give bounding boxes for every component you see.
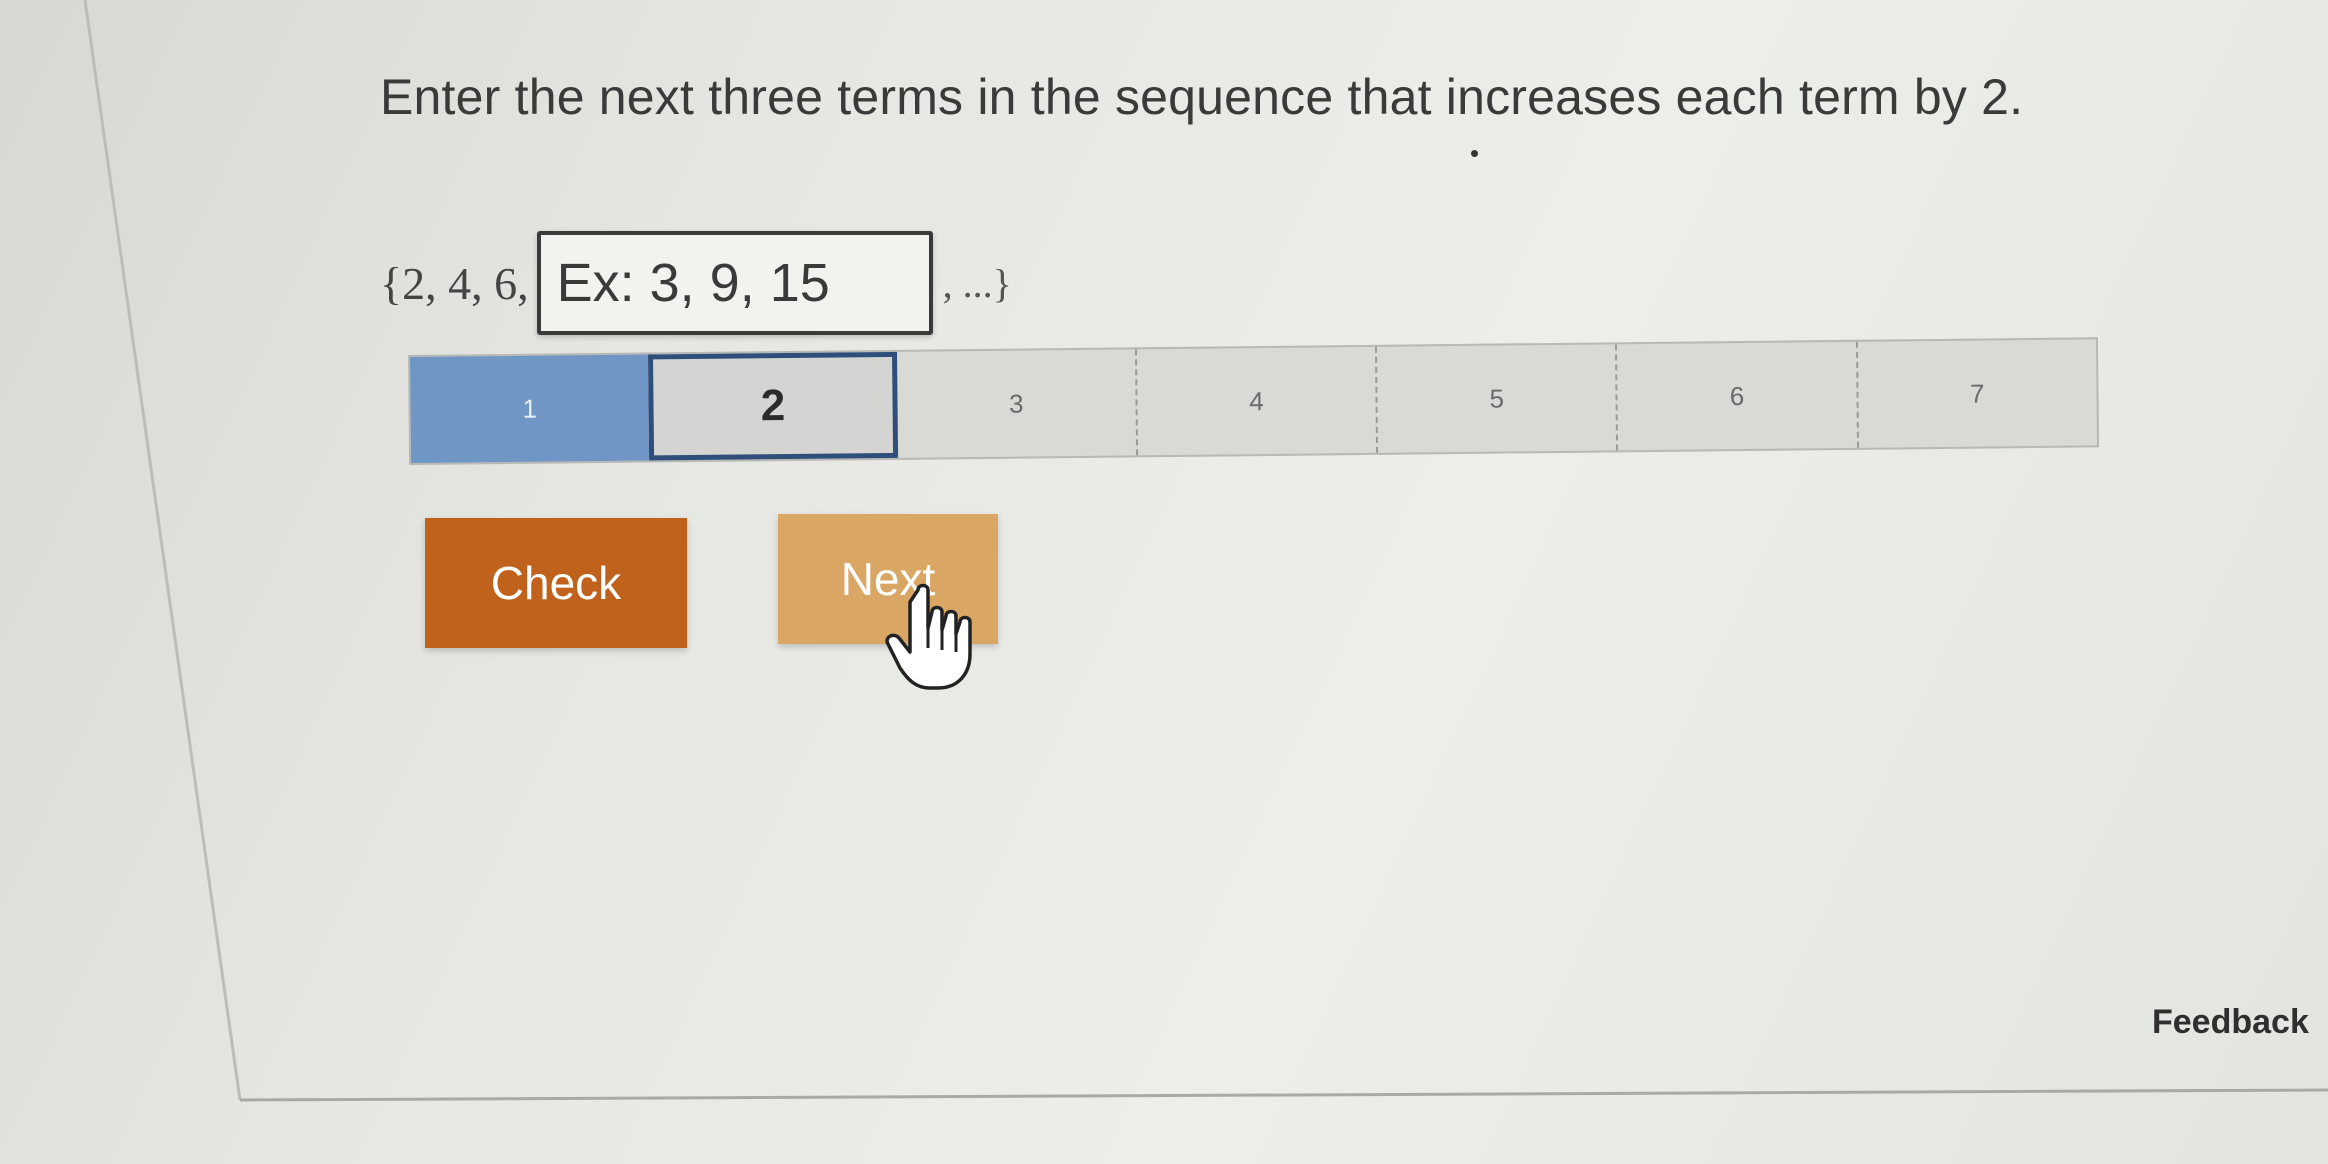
- paper-edge-lines: [83, 0, 2328, 1102]
- progress-step-4[interactable]: 4: [1134, 346, 1377, 456]
- progress-step-5[interactable]: 5: [1375, 344, 1617, 453]
- hand-pointer-icon: [885, 583, 972, 690]
- progress-step-7[interactable]: 7: [1855, 339, 2098, 448]
- question-progress-bar: 1 2 3 4 5 6 7: [408, 337, 2100, 465]
- feedback-link[interactable]: Feedback: [2152, 1003, 2309, 1042]
- sequence-prefix: {2, 4, 6,: [380, 257, 529, 309]
- check-button[interactable]: Check: [425, 518, 687, 648]
- progress-step-3[interactable]: 3: [897, 349, 1136, 457]
- answer-input[interactable]: [536, 231, 933, 335]
- progress-step-6[interactable]: 6: [1615, 341, 1857, 451]
- stray-mark: [1471, 150, 1478, 157]
- progress-step-1[interactable]: 1: [410, 354, 650, 463]
- sequence-row: {2, 4, 6, , ...}: [380, 225, 1012, 341]
- sequence-suffix: , ...}: [942, 260, 1012, 306]
- question-text: Enter the next three terms in the sequen…: [380, 69, 2024, 125]
- progress-step-2[interactable]: 2: [648, 351, 898, 461]
